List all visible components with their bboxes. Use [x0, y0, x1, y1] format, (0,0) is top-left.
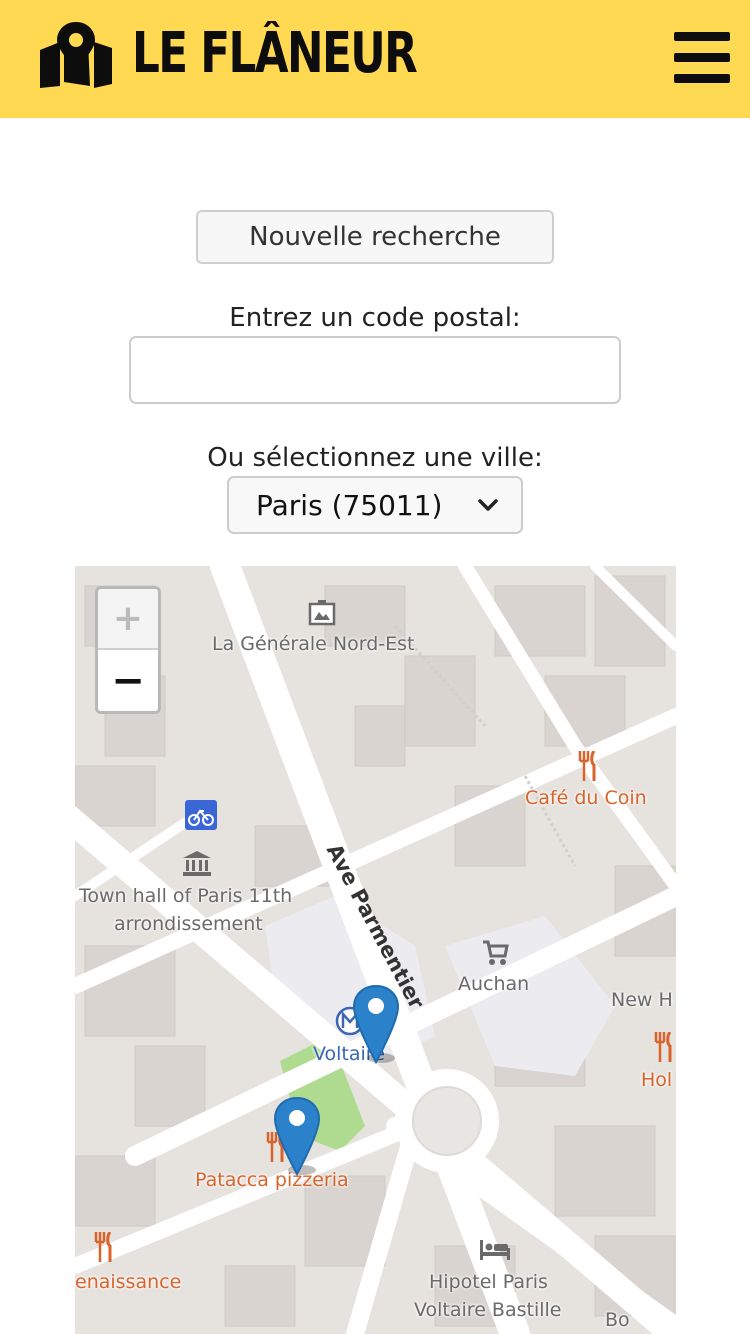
restaurant-icon[interactable] — [93, 1232, 115, 1262]
menu-bar — [674, 32, 730, 41]
chevron-down-icon — [478, 499, 498, 511]
zoom-out-button[interactable]: − — [98, 650, 158, 711]
city-select[interactable]: Paris (75011) — [227, 476, 523, 534]
restaurant-icon[interactable] — [577, 751, 599, 781]
map-label-voltaire-bastille[interactable]: Voltaire Bastille — [414, 1298, 561, 1322]
city-select-value: Paris (75011) — [256, 489, 443, 522]
restaurant-icon[interactable] — [653, 1032, 675, 1062]
map-label-cafe-du-coin[interactable]: Café du Coin — [525, 786, 647, 810]
map-label-auchan[interactable]: Auchan — [458, 972, 529, 996]
map-view[interactable]: + − La Générale Nord-Est Café du Coin To… — [75, 566, 676, 1334]
map-marker-icon[interactable] — [351, 984, 401, 1064]
city-select-label: Ou sélectionnez une ville: — [207, 443, 543, 473]
map-label-arrondissement[interactable]: arrondissement — [114, 912, 263, 936]
town-hall-icon[interactable] — [182, 850, 212, 876]
zoom-control: + − — [95, 586, 161, 714]
map-pin-icon[interactable] — [38, 20, 114, 88]
map-label-new-h[interactable]: New H — [611, 988, 673, 1012]
map-label-hipotel-paris[interactable]: Hipotel Paris — [429, 1270, 548, 1294]
map-label-town-hall[interactable]: Town hall of Paris 11th — [79, 884, 292, 908]
postal-code-input[interactable] — [129, 336, 621, 404]
map-label-la-generale[interactable]: La Générale Nord-Est — [212, 632, 414, 656]
menu-bar — [674, 53, 730, 62]
map-label-hol[interactable]: Hol — [641, 1068, 672, 1092]
hamburger-menu-icon[interactable] — [672, 30, 732, 86]
bike-share-icon[interactable] — [185, 800, 217, 830]
app-header: LE FLÂNEUR — [0, 0, 750, 118]
museum-icon[interactable] — [308, 600, 336, 626]
postal-code-label: Entrez un code postal: — [229, 303, 521, 333]
brand-title[interactable]: LE FLÂNEUR — [132, 22, 418, 86]
zoom-in-button[interactable]: + — [98, 589, 158, 650]
map-marker-icon[interactable] — [272, 1096, 322, 1176]
shopping-cart-icon[interactable] — [481, 939, 509, 967]
hotel-icon[interactable] — [479, 1238, 511, 1262]
map-label-bo: Bo — [605, 1309, 630, 1331]
map-label-renaissance[interactable]: enaissance — [75, 1270, 181, 1294]
new-search-button[interactable]: Nouvelle recherche — [196, 210, 554, 264]
menu-bar — [674, 74, 730, 83]
